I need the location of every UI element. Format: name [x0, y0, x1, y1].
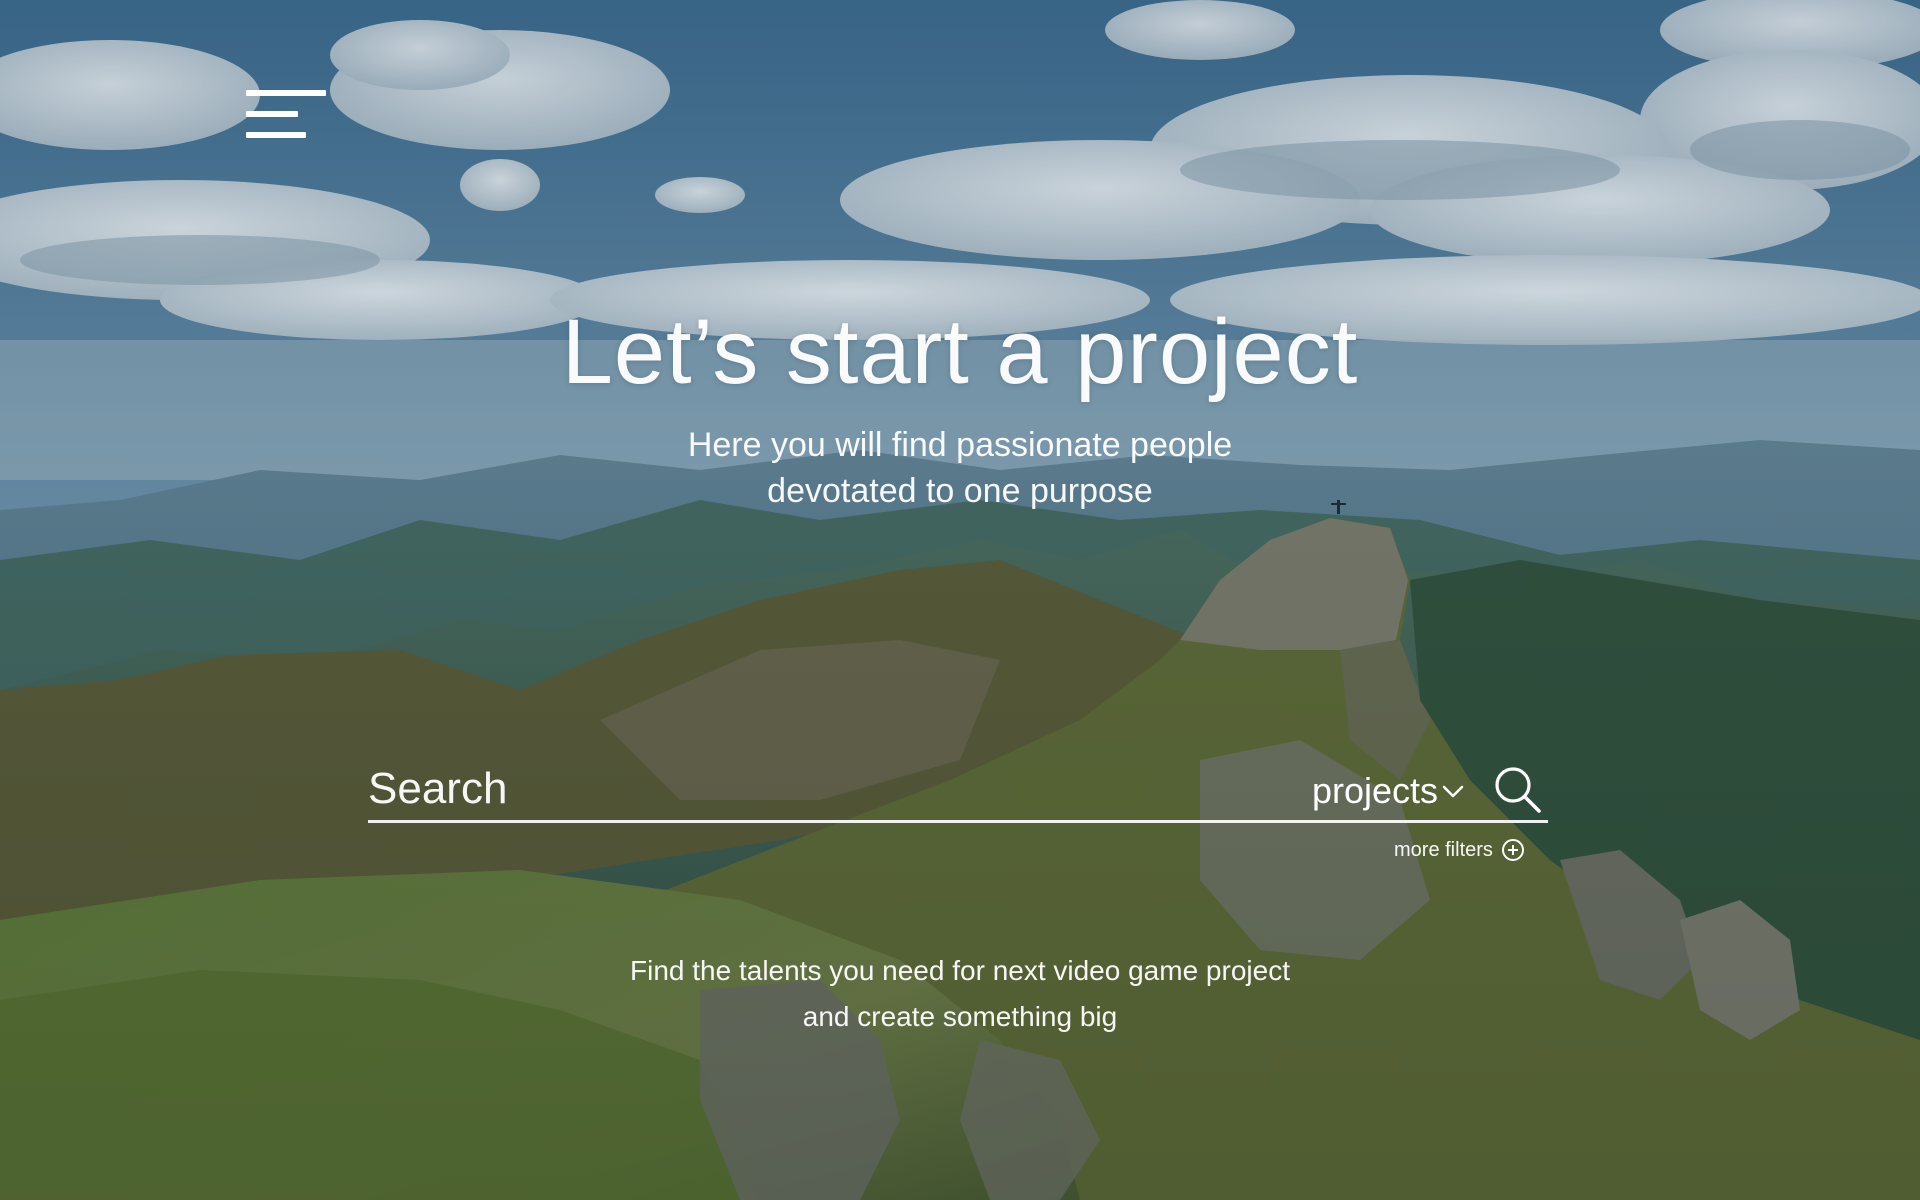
- category-selected-value: projects: [1311, 770, 1438, 811]
- menu-icon-line: [246, 132, 306, 138]
- plus-circle-icon: [1501, 839, 1524, 861]
- search-bar: projects: [368, 760, 1548, 823]
- search-icon[interactable]: [1492, 764, 1542, 814]
- menu-icon-line: [246, 111, 298, 117]
- hero-subtitle: Here you will find passionate people dev…: [0, 422, 1920, 514]
- more-filters-label: more filters: [1394, 838, 1493, 861]
- search-input[interactable]: [368, 760, 1268, 818]
- tagline: Find the talents you need for next video…: [0, 948, 1920, 1040]
- hero-subtitle-line: devotated to one purpose: [767, 472, 1153, 510]
- more-filters-button[interactable]: more filters: [1394, 838, 1525, 862]
- menu-button[interactable]: [246, 90, 326, 140]
- tagline-line: Find the talents you need for next video…: [630, 955, 1290, 986]
- page-title: Let’s start a project: [561, 301, 1359, 403]
- tagline-line: and create something big: [802, 1001, 1118, 1032]
- category-dropdown[interactable]: projects: [1312, 768, 1464, 814]
- chevron-down-icon: [1442, 785, 1464, 798]
- menu-icon-line: [246, 90, 326, 96]
- hero-subtitle-line: Here you will find passionate people: [687, 426, 1233, 464]
